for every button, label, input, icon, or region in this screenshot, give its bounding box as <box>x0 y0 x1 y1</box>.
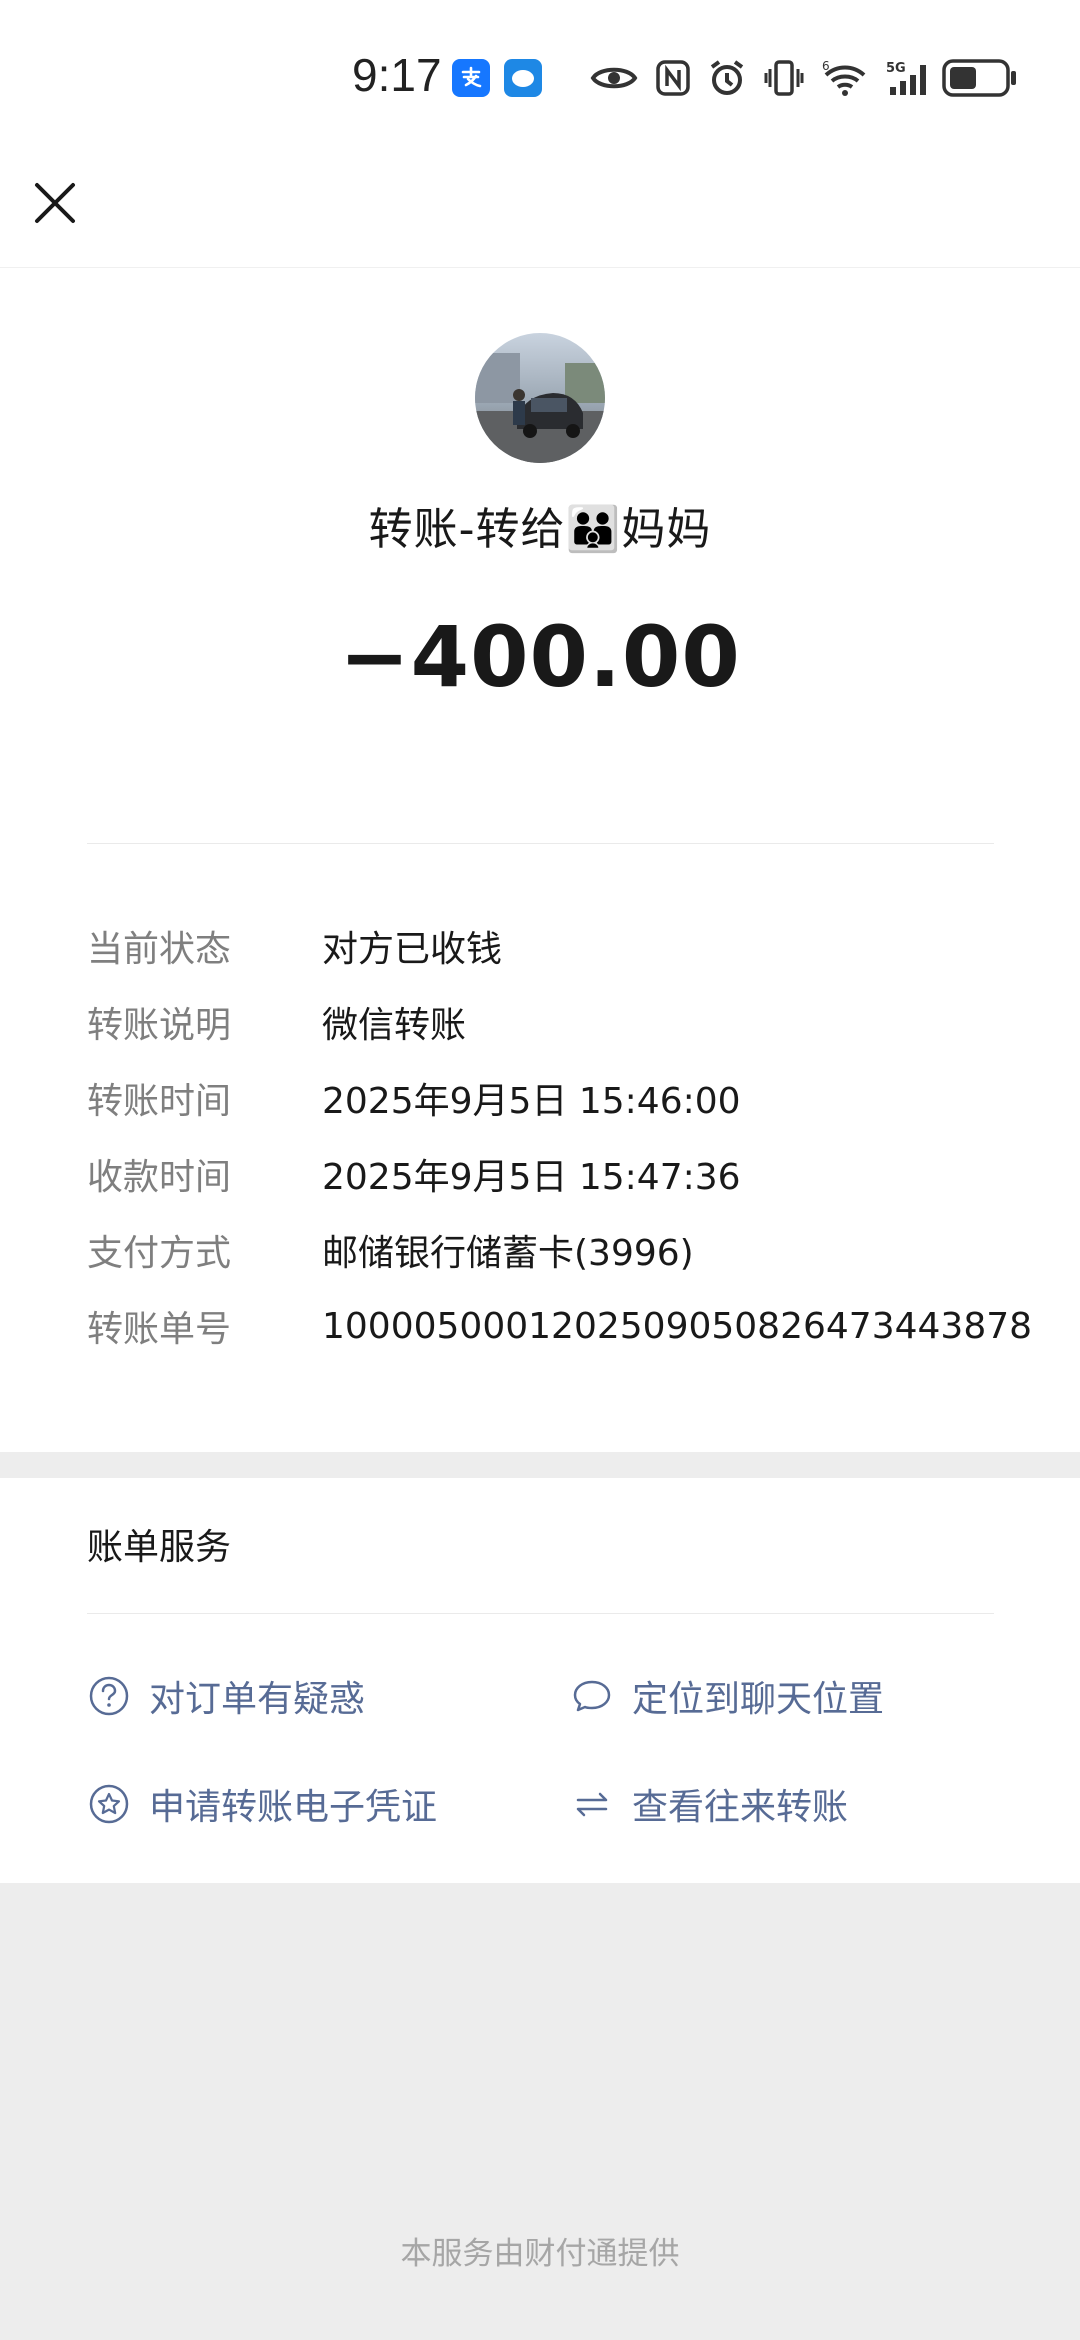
order-question-link[interactable]: 对订单有疑惑 <box>87 1670 365 1722</box>
detail-row-transfer-time: 转账时间 2025年9月5日 15:46:00 <box>87 1060 1047 1136</box>
message-icon <box>504 59 542 97</box>
detail-label: 收款时间 <box>87 1157 232 1198</box>
detail-row-status: 当前状态 对方已收钱 <box>87 908 1047 984</box>
detail-value: 对方已收钱 <box>322 929 503 970</box>
detail-value: 2025年9月5日 15:46:00 <box>322 1081 741 1122</box>
star-badge-icon <box>89 1784 129 1824</box>
detail-row-note: 转账说明 微信转账 <box>87 984 1047 1060</box>
close-icon <box>35 183 75 223</box>
question-icon <box>89 1676 129 1716</box>
bill-services: 账单服务 对订单有疑惑 定位到聊天位置 申请转账电子凭证 查看往来转账 <box>0 1478 1080 1883</box>
alarm-icon <box>710 60 744 95</box>
detail-label: 当前状态 <box>87 929 232 970</box>
detail-label: 转账时间 <box>87 1081 232 1122</box>
detail-value: 2025年9月5日 15:47:36 <box>322 1157 741 1198</box>
transfer-details: 当前状态 对方已收钱 转账说明 微信转账 转账时间 2025年9月5日 15:4… <box>87 908 1047 1364</box>
nfc-icon <box>656 60 690 96</box>
svg-text:5G: 5G <box>886 61 906 76</box>
eye-icon <box>590 67 638 89</box>
detail-value: 微信转账 <box>322 1005 467 1046</box>
divider <box>87 843 994 844</box>
detail-row-transaction-id: 转账单号 1000050001202509050826473443878 <box>87 1288 1047 1364</box>
signal-5g-icon: 5G <box>886 61 926 95</box>
detail-label: 转账单号 <box>87 1309 232 1350</box>
vibrate-icon <box>764 60 804 96</box>
request-voucher-link[interactable]: 申请转账电子凭证 <box>87 1778 437 1830</box>
service-label: 定位到聊天位置 <box>632 1679 885 1720</box>
exchange-arrows-icon <box>576 1792 608 1817</box>
nav-bar <box>0 150 1080 268</box>
detail-row-receive-time: 收款时间 2025年9月5日 15:47:36 <box>87 1136 1047 1212</box>
divider <box>87 1613 994 1614</box>
detail-value[interactable]: 1000050001202509050826473443878 <box>322 1306 1032 1347</box>
alipay-icon <box>452 59 490 97</box>
service-label: 对订单有疑惑 <box>149 1679 366 1720</box>
detail-value: 邮储银行储蓄卡(3996) <box>322 1233 694 1274</box>
battery-icon <box>942 59 1016 97</box>
locate-chat-link[interactable]: 定位到聊天位置 <box>570 1670 884 1722</box>
section-title: 账单服务 <box>87 1527 232 1568</box>
status-bar: 9:17 6 5G <box>0 0 1080 150</box>
view-transfers-link[interactable]: 查看往来转账 <box>570 1778 848 1830</box>
wifi-icon: 6 <box>822 59 866 96</box>
transfer-title: 转账-转给👪妈妈 <box>368 504 712 555</box>
service-label: 查看往来转账 <box>632 1787 849 1828</box>
transfer-detail-card: 转账-转给👪妈妈 −400.00 当前状态 对方已收钱 转账说明 微信转账 转账… <box>0 268 1080 1452</box>
footer-provider-text: 本服务由财付通提供 <box>400 2236 680 2272</box>
status-time: 9:17 <box>352 49 442 101</box>
detail-row-payment-method: 支付方式 邮储银行储蓄卡(3996) <box>87 1212 1047 1288</box>
transfer-amount: −400.00 <box>339 608 741 706</box>
chat-bubble-icon <box>573 1680 611 1712</box>
avatar <box>475 333 605 463</box>
system-icons: 6 5G <box>590 50 936 106</box>
detail-label: 转账说明 <box>87 1005 232 1046</box>
service-label: 申请转账电子凭证 <box>149 1787 438 1828</box>
detail-label: 支付方式 <box>87 1233 232 1274</box>
close-button[interactable] <box>26 174 84 232</box>
